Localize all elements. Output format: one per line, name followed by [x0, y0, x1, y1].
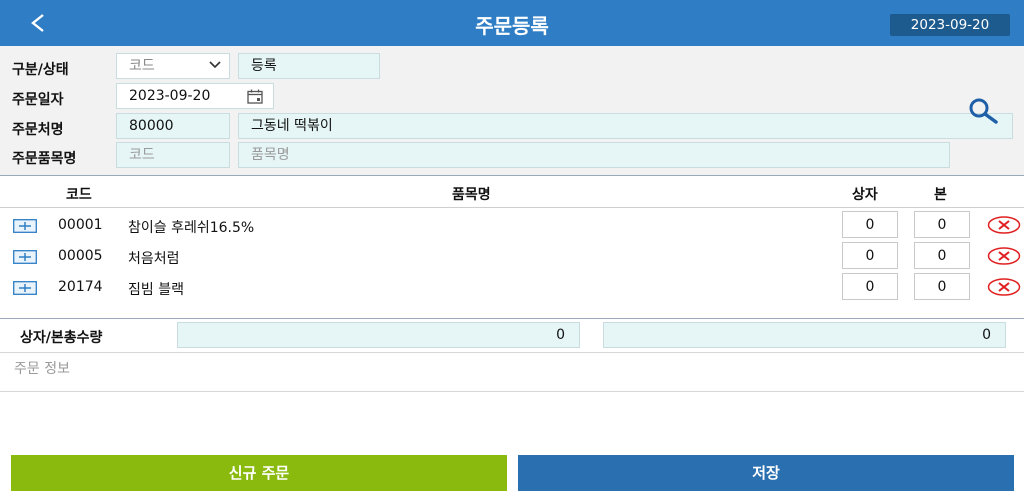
box-qty-input[interactable]: 0 [842, 242, 898, 269]
delete-x-icon[interactable] [987, 278, 1021, 296]
status-field: 등록 [238, 53, 380, 79]
col-bottle: 본 [934, 187, 947, 203]
customer-label: 주문처명 [12, 122, 64, 138]
col-box: 상자 [852, 187, 878, 203]
search-icon [969, 98, 998, 124]
order-date-value: 2023-09-20 [129, 88, 211, 104]
delete-x-icon[interactable] [987, 247, 1021, 265]
bottle-qty-input[interactable]: 0 [914, 273, 970, 300]
item-code-input[interactable]: 코드 [116, 142, 230, 168]
header-date-badge: 2023-09-20 [890, 14, 1010, 36]
save-button[interactable]: 저장 [518, 455, 1014, 491]
items-table-header: 코드 품목명 상자 본 [0, 178, 1024, 208]
box-total-field: 0 [177, 322, 580, 348]
customer-code-field: 80000 [116, 113, 230, 139]
order-form: 구분/상태 코드 등록 주문일자 2023-09-20 주문처명 80000 그… [0, 46, 1024, 176]
bottle-total-field: 0 [603, 322, 1006, 348]
select-chevron-icon [209, 61, 221, 69]
type-select-value: 코드 [129, 58, 155, 74]
search-button[interactable] [966, 96, 1000, 126]
row-code: 00001 [58, 217, 103, 233]
row-item-name: 처음처럼 [128, 251, 180, 267]
item-name-input[interactable]: 품목명 [238, 142, 950, 168]
customer-name-field: 그동네 떡볶이 [238, 113, 1013, 139]
calendar-icon[interactable] [247, 89, 263, 104]
order-date-field[interactable]: 2023-09-20 [116, 83, 274, 109]
col-item-name: 품목명 [452, 187, 491, 203]
app-header: 주문등록 2023-09-20 [0, 0, 1024, 46]
table-row: 00005 처음처럼 0 0 [0, 242, 1024, 272]
item-label: 주문품목명 [12, 151, 77, 167]
box-qty-input[interactable]: 0 [842, 273, 898, 300]
row-code: 20174 [58, 279, 103, 295]
totals-label: 상자/본총수량 [20, 330, 103, 346]
divider [0, 318, 1024, 319]
row-item-name: 짐빔 블랙 [128, 282, 184, 298]
table-row: 00001 참이슬 후레쉬16.5% 0 0 [0, 211, 1024, 241]
type-select[interactable]: 코드 [116, 53, 230, 79]
delete-x-icon[interactable] [987, 216, 1021, 234]
expand-plus-icon[interactable] [13, 281, 37, 295]
type-status-label: 구분/상태 [12, 62, 69, 78]
bottle-qty-input[interactable]: 0 [914, 211, 970, 238]
col-code: 코드 [66, 187, 92, 203]
order-date-label: 주문일자 [12, 92, 64, 108]
expand-plus-icon[interactable] [13, 219, 37, 233]
table-row: 20174 짐빔 블랙 0 0 [0, 273, 1024, 303]
new-order-button[interactable]: 신규 주문 [11, 455, 507, 491]
expand-plus-icon[interactable] [13, 250, 37, 264]
order-info-placeholder: 주문 정보 [14, 361, 70, 377]
box-qty-input[interactable]: 0 [842, 211, 898, 238]
row-code: 00005 [58, 248, 103, 264]
order-info-textarea[interactable]: 주문 정보 [0, 352, 1024, 392]
row-item-name: 참이슬 후레쉬16.5% [128, 220, 255, 236]
bottle-qty-input[interactable]: 0 [914, 242, 970, 269]
page-title: 주문등록 [475, 14, 549, 38]
